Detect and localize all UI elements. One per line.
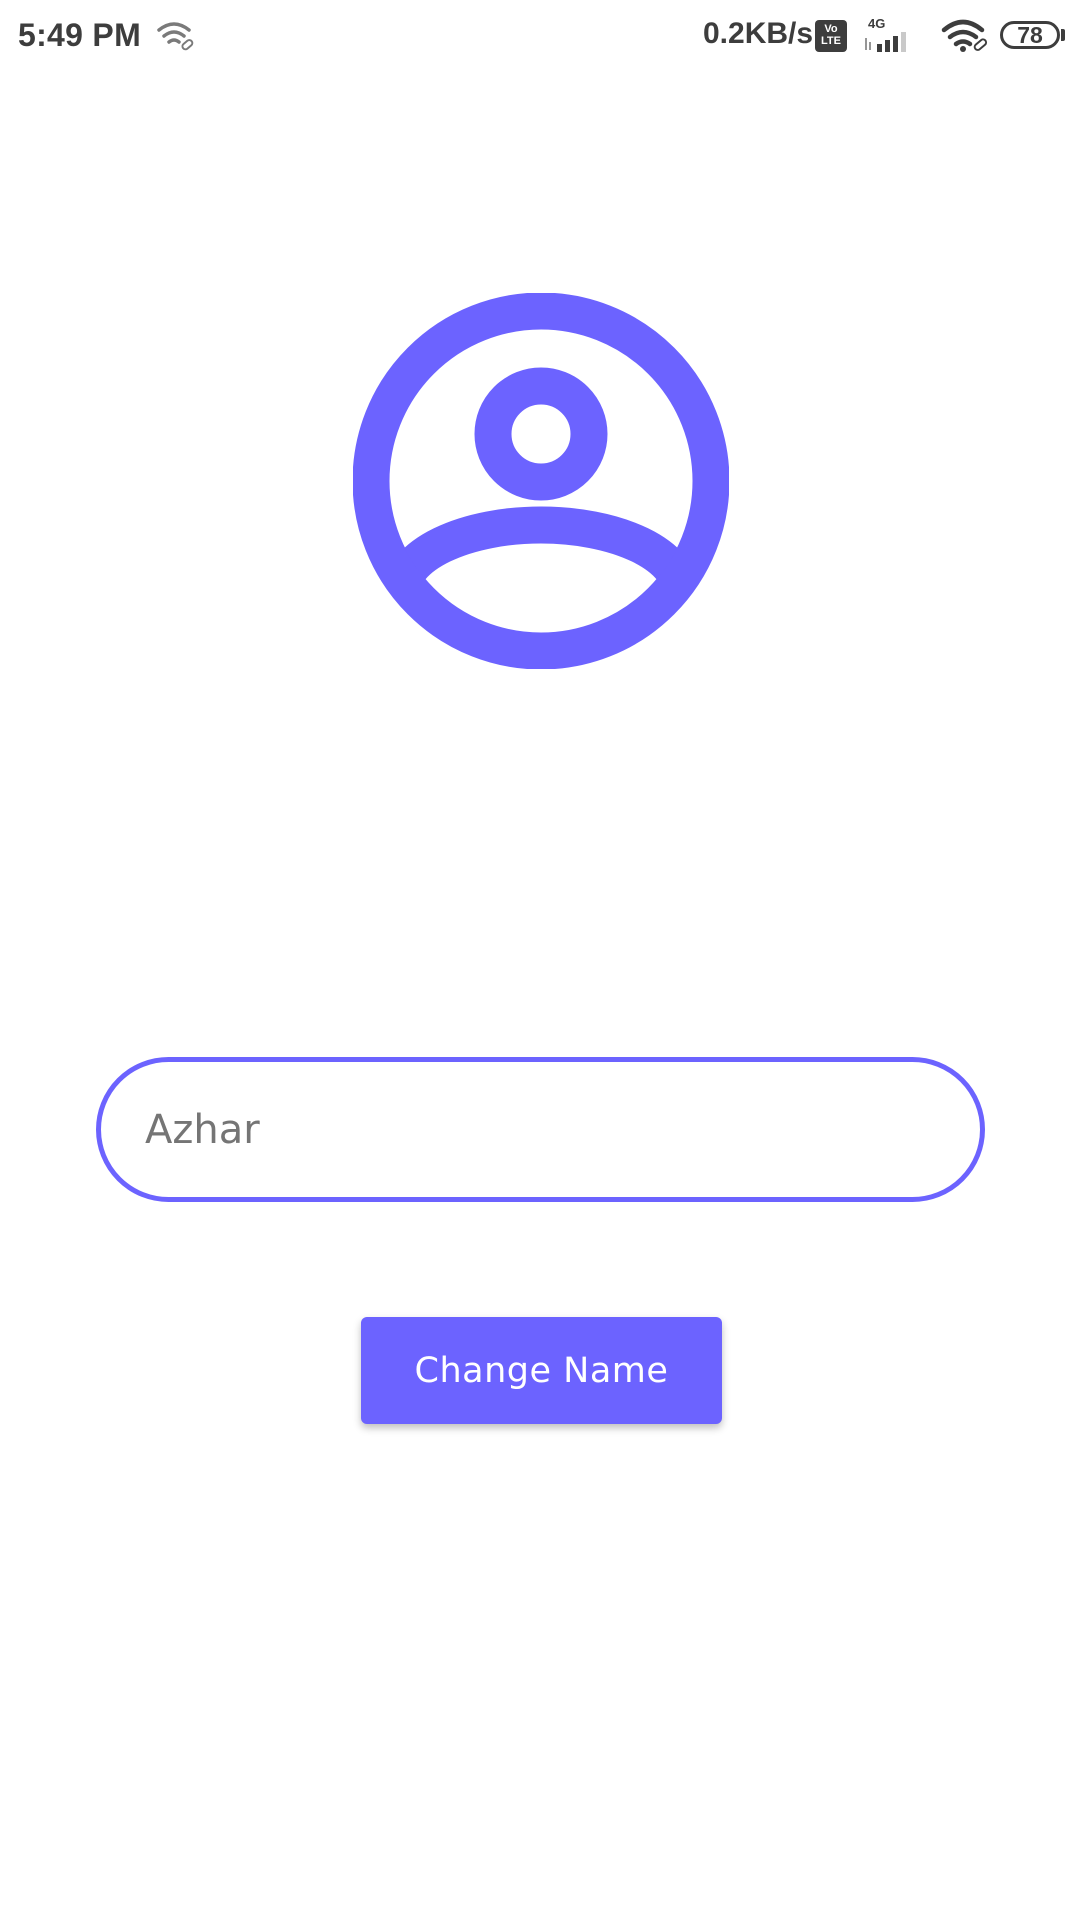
network-type: 4G [868, 16, 886, 31]
volte-icon: Vo LTE [815, 20, 847, 52]
cellular-signal-icon [865, 32, 906, 52]
change-name-button[interactable]: Change Name [361, 1317, 722, 1424]
wifi-icon [941, 19, 988, 52]
battery-level: 78 [1017, 22, 1043, 48]
battery-tip [1061, 29, 1065, 41]
name-field[interactable] [96, 1057, 985, 1202]
volte-bottom: LTE [821, 35, 841, 47]
wifi-link-icon [157, 22, 194, 51]
name-input[interactable] [145, 1062, 925, 1197]
battery-icon: 78 [1000, 21, 1060, 49]
user-circle-icon [353, 293, 729, 669]
volte-top: Vo [824, 23, 838, 35]
status-bar: 5:49 PM 0.2KB/s Vo LTE 4G 78 [0, 0, 1080, 72]
profile-screen: 5:49 PM 0.2KB/s Vo LTE 4G 78 Azhar Chang… [0, 0, 1080, 1920]
status-time: 5:49 PM [18, 17, 142, 53]
network-speed: 0.2KB/s [703, 17, 814, 50]
